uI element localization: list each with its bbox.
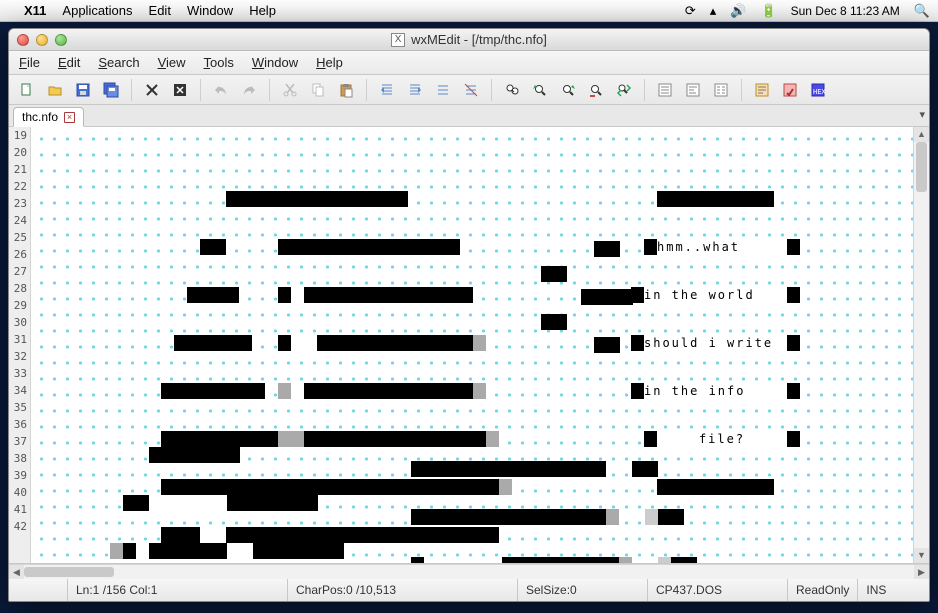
- bubble-line-1: hmm..what: [657, 239, 740, 255]
- replace-button[interactable]: [584, 78, 608, 102]
- status-selsize: SelSize:0: [517, 579, 647, 601]
- display-icon[interactable]: ▴: [710, 3, 717, 19]
- line-number-gutter: 1920212223242526272829303132333435363738…: [9, 127, 31, 563]
- status-blank: [9, 579, 67, 601]
- macos-menu-edit[interactable]: Edit: [149, 3, 171, 18]
- text-editor[interactable]: hmm..what in the world should i write in…: [31, 127, 913, 563]
- menu-view[interactable]: View: [158, 55, 186, 70]
- scroll-left-button[interactable]: ◀: [9, 565, 24, 580]
- vscroll-thumb[interactable]: [916, 142, 927, 192]
- macos-menu-applications[interactable]: Applications: [62, 3, 132, 18]
- nfo-ascii-art: hmm..what in the world should i write in…: [31, 159, 913, 403]
- open-file-button[interactable]: [43, 78, 67, 102]
- horizontal-scrollbar[interactable]: ◀ ▶: [9, 564, 929, 579]
- replace-all-button[interactable]: [612, 78, 636, 102]
- macos-menubar: X11 Applications Edit Window Help ⟳ ▴ 🔊 …: [0, 0, 938, 22]
- undo-button[interactable]: [209, 78, 233, 102]
- show-symbols-button[interactable]: [750, 78, 774, 102]
- status-encoding: CP437.DOS: [647, 579, 787, 601]
- save-button[interactable]: [71, 78, 95, 102]
- editor-area: 1920212223242526272829303132333435363738…: [9, 127, 929, 564]
- macos-menu-help[interactable]: Help: [249, 3, 276, 18]
- uncomment-button[interactable]: [459, 78, 483, 102]
- close-file-button[interactable]: [140, 78, 164, 102]
- new-file-button[interactable]: [15, 78, 39, 102]
- toolbar: HEX: [9, 75, 929, 105]
- scroll-up-button[interactable]: ▲: [914, 127, 929, 142]
- copy-button[interactable]: [306, 78, 330, 102]
- indent-left-button[interactable]: [375, 78, 399, 102]
- menu-tools[interactable]: Tools: [204, 55, 234, 70]
- tab-strip: thc.nfo × ▾: [9, 105, 929, 127]
- status-bar: Ln:1 /156 Col:1 CharPos:0 /10,513 SelSiz…: [9, 579, 929, 601]
- window-title: X wxMEdit - [/tmp/thc.nfo]: [9, 32, 929, 47]
- tab-thc-nfo[interactable]: thc.nfo ×: [13, 107, 84, 127]
- close-all-button[interactable]: [168, 78, 192, 102]
- hscroll-thumb[interactable]: [24, 567, 114, 577]
- svg-text:HEX: HEX: [813, 88, 826, 96]
- tab-overflow-button[interactable]: ▾: [919, 108, 925, 121]
- clock[interactable]: Sun Dec 8 11:23 AM: [791, 4, 900, 18]
- find-button[interactable]: [500, 78, 524, 102]
- menu-window[interactable]: Window: [252, 55, 298, 70]
- tab-label: thc.nfo: [22, 110, 58, 124]
- menu-search[interactable]: Search: [98, 55, 139, 70]
- app-window: X wxMEdit - [/tmp/thc.nfo] File Edit Sea…: [8, 28, 930, 602]
- menu-edit[interactable]: Edit: [58, 55, 80, 70]
- save-all-button[interactable]: [99, 78, 123, 102]
- status-position: Ln:1 /156 Col:1: [67, 579, 287, 601]
- hex-mode-button[interactable]: HEX: [806, 78, 830, 102]
- volume-icon[interactable]: 🔊: [730, 3, 746, 19]
- paste-button[interactable]: [334, 78, 358, 102]
- cut-button[interactable]: [278, 78, 302, 102]
- bubble-line-2: in the world: [644, 287, 755, 303]
- comment-button[interactable]: [431, 78, 455, 102]
- indent-right-button[interactable]: [403, 78, 427, 102]
- wrap-word-button[interactable]: [681, 78, 705, 102]
- find-prev-button[interactable]: [528, 78, 552, 102]
- vertical-scrollbar[interactable]: ▲ ▼: [913, 127, 929, 563]
- bubble-line-4: in the info: [644, 383, 745, 399]
- wrap-none-button[interactable]: [653, 78, 677, 102]
- spell-check-button[interactable]: [778, 78, 802, 102]
- wrap-char-button[interactable]: [709, 78, 733, 102]
- find-next-button[interactable]: [556, 78, 580, 102]
- status-charpos: CharPos:0 /10,513: [287, 579, 517, 601]
- x11-icon: X: [391, 33, 405, 47]
- menu-file[interactable]: File: [19, 55, 40, 70]
- status-insert-mode: INS: [857, 579, 894, 601]
- menu-help[interactable]: Help: [316, 55, 343, 70]
- tab-close-button[interactable]: ×: [64, 112, 75, 123]
- status-readonly: ReadOnly: [787, 579, 857, 601]
- macos-app-name[interactable]: X11: [24, 3, 46, 18]
- sync-icon[interactable]: ⟳: [685, 3, 696, 19]
- scroll-right-button[interactable]: ▶: [914, 565, 929, 580]
- macos-menu-window[interactable]: Window: [187, 3, 233, 18]
- battery-icon[interactable]: 🔋: [760, 3, 776, 19]
- scroll-down-button[interactable]: ▼: [914, 548, 929, 563]
- titlebar[interactable]: X wxMEdit - [/tmp/thc.nfo]: [9, 29, 929, 51]
- bubble-line-3: should i write: [644, 335, 773, 351]
- redo-button[interactable]: [237, 78, 261, 102]
- spotlight-icon[interactable]: 🔍: [914, 3, 930, 19]
- app-menubar: File Edit Search View Tools Window Help: [9, 51, 929, 75]
